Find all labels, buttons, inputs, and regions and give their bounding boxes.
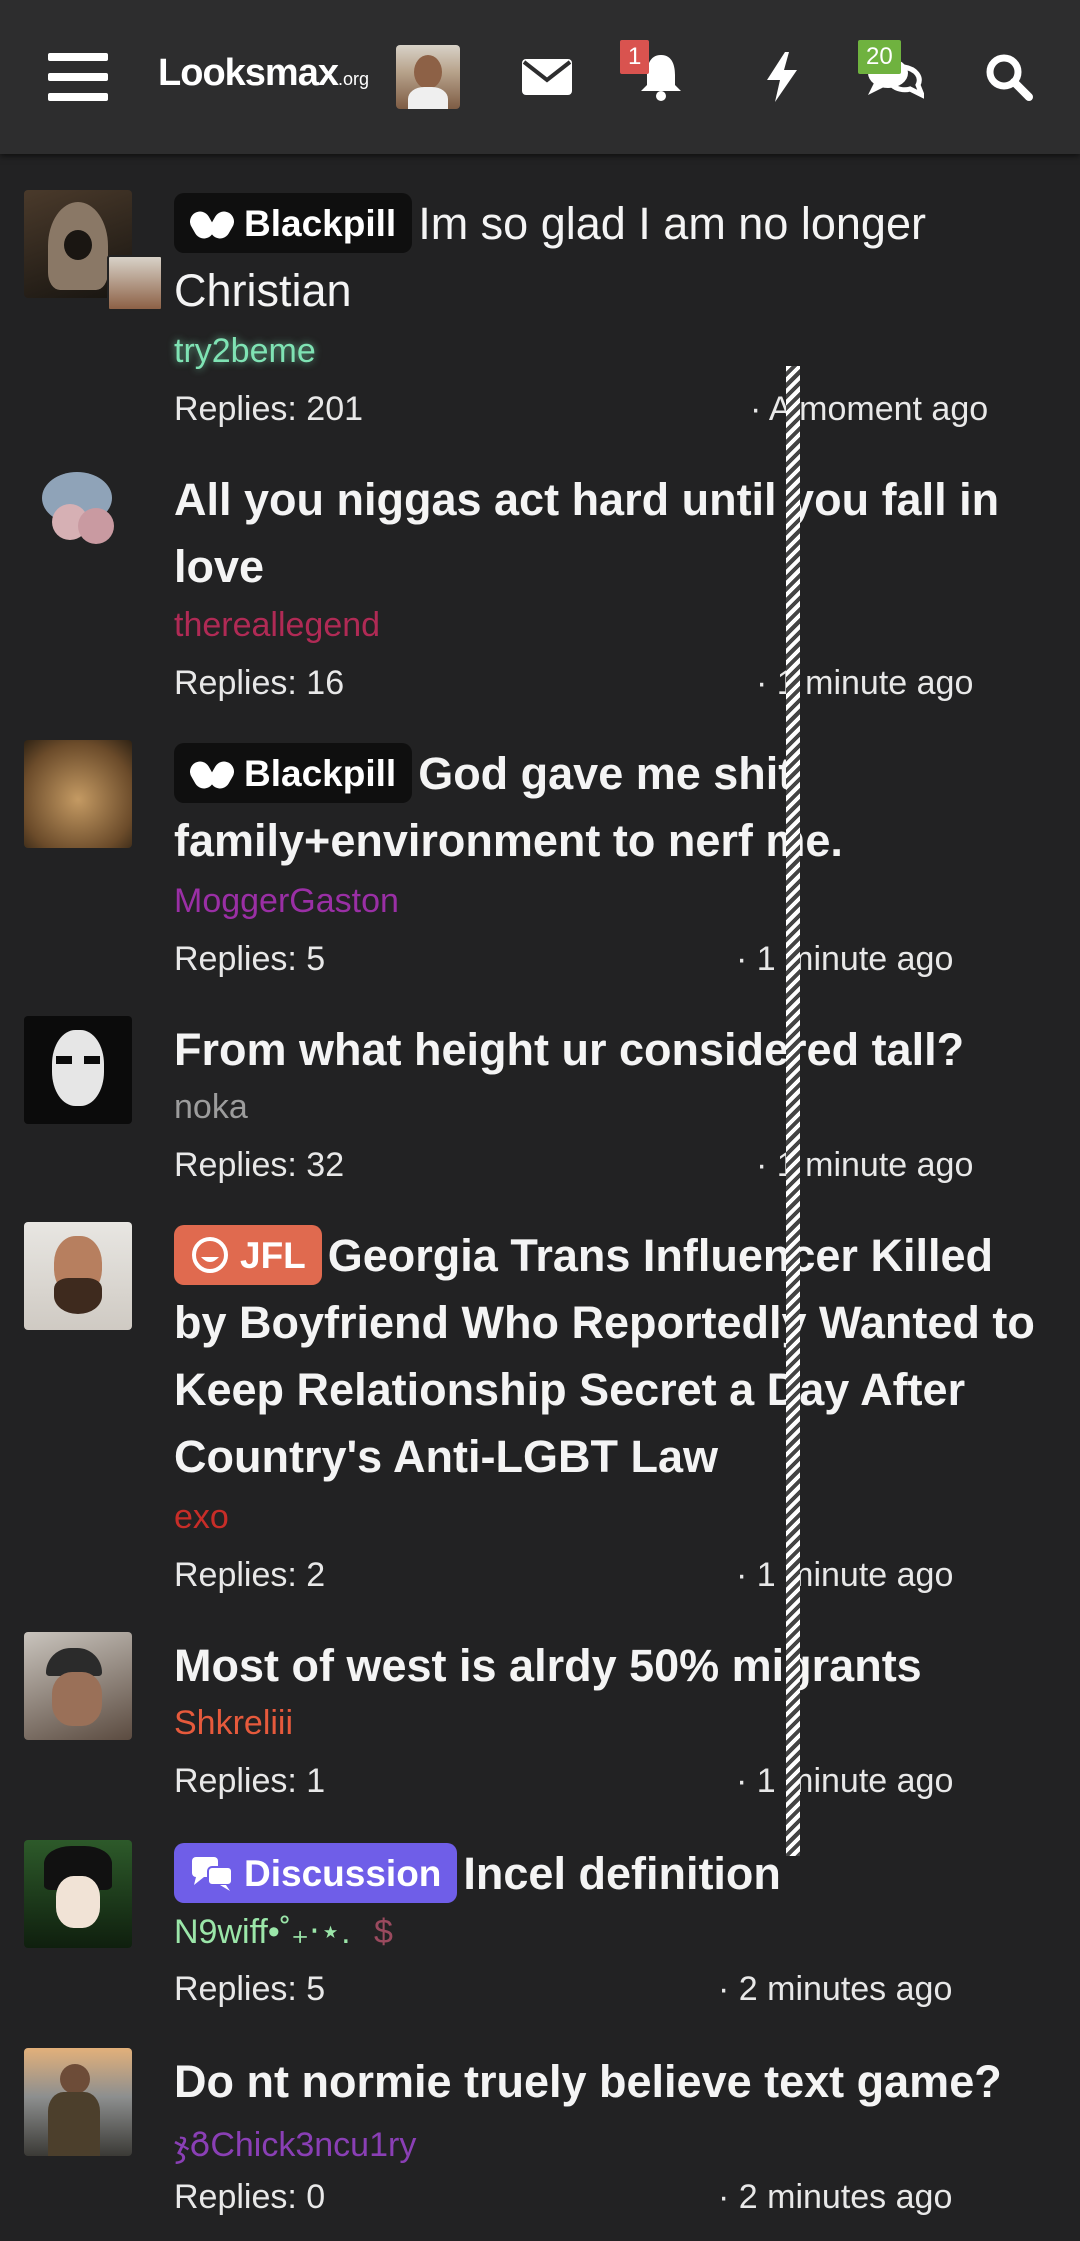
prefix-badge-discussion[interactable]: Discussion (174, 1843, 458, 1904)
prefix-badge-blackpill[interactable]: Blackpill (174, 743, 413, 804)
logo-text-rest: ksmax (224, 52, 339, 94)
chat-bubbles-icon[interactable] (864, 0, 924, 154)
thread-title[interactable]: From what height ur considered tall? (174, 1016, 1044, 1083)
reply-count: Replies: 0 (174, 2178, 326, 2216)
envelope-icon[interactable] (520, 0, 574, 154)
thread-time[interactable]: · 1 minute ago (736, 1762, 953, 1801)
dollar-icon: $ (374, 1913, 393, 1951)
thread-title[interactable]: All you niggas act hard until you fall i… (174, 466, 1044, 600)
thread-author[interactable]: N9wiff•˚₊‧⋆. $ (174, 1912, 393, 1952)
last-poster-avatar[interactable] (107, 255, 163, 311)
thread-time[interactable]: · 1 minute ago (736, 1556, 953, 1595)
thread-author[interactable]: ჯᲒChick3ncu1ry (174, 2120, 416, 2166)
menu-icon[interactable] (40, 0, 116, 154)
comments-icon (192, 1857, 233, 1892)
reply-count: Replies: 5 (174, 940, 326, 978)
search-icon[interactable] (982, 0, 1036, 154)
pills-icon (190, 211, 234, 239)
thread-title[interactable]: JFL Georgia Trans Influencer Killed by B… (174, 1222, 1044, 1490)
thread-title[interactable]: Most of west is alrdy 50% migrants (174, 1632, 1044, 1699)
prefix-label: Blackpill (244, 752, 397, 794)
prefix-label: Discussion (244, 1852, 442, 1894)
reply-count: Replies: 5 (174, 1970, 326, 2008)
user-avatar[interactable] (396, 0, 460, 154)
pills-icon (190, 761, 234, 789)
thread-title[interactable]: Discussion Incel definition (174, 1840, 1044, 1907)
thread-author[interactable]: noka (174, 1088, 248, 1127)
thread-title[interactable]: Do nt normie truely believe text game? (174, 2048, 1044, 2115)
conversation-count-badge: 20 (858, 40, 901, 74)
thread-title[interactable]: Blackpill Im so glad I am no longer Chri… (174, 190, 1044, 324)
thread-author[interactable]: try2beme (174, 332, 316, 371)
logo-suffix: .org (337, 69, 370, 89)
thread-time[interactable]: · 2 minutes ago (718, 1970, 952, 2009)
thread-title[interactable]: Blackpill God gave me shit family+enviro… (174, 740, 1044, 874)
site-logo[interactable]: Looksmax.org (158, 52, 369, 95)
thread-avatar-man-coat[interactable] (24, 2048, 132, 2156)
thread-author[interactable]: MoggerGaston (174, 882, 399, 921)
prefix-label: JFL (240, 1234, 306, 1276)
reply-count: Replies: 32 (174, 1146, 345, 1184)
thread-author[interactable]: exo (174, 1498, 229, 1537)
author-name[interactable]: N9wiff•˚₊‧⋆. (174, 1913, 351, 1951)
logo-text-main: Lo (158, 52, 203, 94)
thread-author[interactable]: thereallegend (174, 606, 380, 645)
prefix-label: Blackpill (244, 202, 397, 244)
laugh-emoji-icon (192, 1237, 228, 1274)
reply-count: Replies: 16 (174, 664, 345, 702)
thread-time[interactable]: · 2 minutes ago (718, 2178, 952, 2217)
bell-icon[interactable] (636, 0, 686, 154)
prefix-badge-blackpill[interactable]: Blackpill (174, 193, 413, 254)
thread-avatar-lion[interactable] (24, 740, 132, 848)
top-navigation-bar: Looksmax.org 1 20 (0, 0, 1080, 154)
thread-time[interactable]: · 1 minute ago (736, 940, 953, 979)
scroll-indicator[interactable] (786, 366, 800, 1856)
thread-author[interactable]: Shkreliii (174, 1704, 293, 1743)
thread-avatar-bearded-man[interactable] (24, 1222, 132, 1330)
thread-title-text[interactable]: Incel definition (463, 1848, 781, 1899)
thread-avatar-bird[interactable] (24, 464, 132, 572)
logo-text-o: o (202, 52, 225, 94)
bolt-icon[interactable] (762, 0, 802, 154)
reply-count: Replies: 1 (174, 1762, 326, 1800)
prefix-badge-jfl[interactable]: JFL (174, 1225, 322, 1286)
thread-avatar-face-mask[interactable] (24, 1016, 132, 1124)
thread-avatar-man-cap[interactable] (24, 1632, 132, 1740)
notification-count-badge: 1 (620, 40, 650, 74)
thread-avatar-anime-character[interactable] (24, 1840, 132, 1948)
reply-count: Replies: 201 (174, 390, 364, 428)
reply-count: Replies: 2 (174, 1556, 326, 1594)
